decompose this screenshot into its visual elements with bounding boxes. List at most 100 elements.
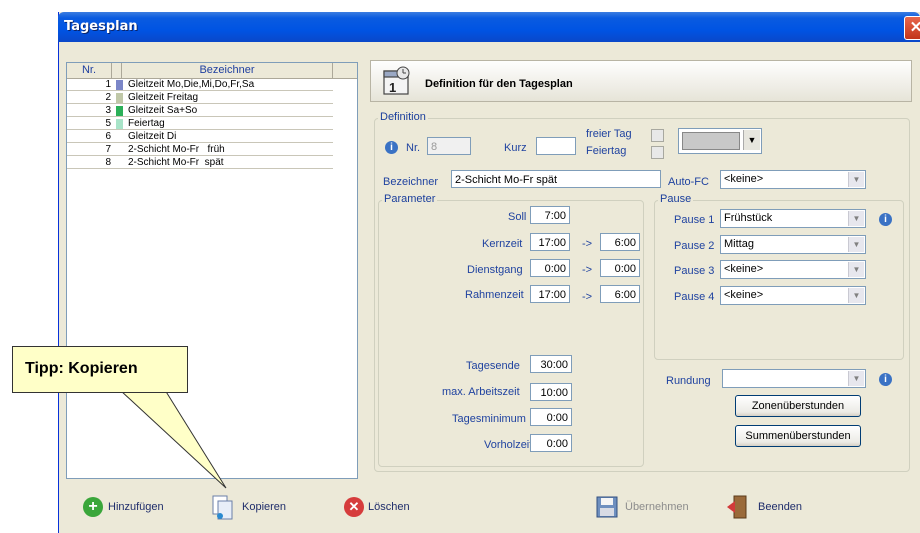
pause-1-select[interactable]: Frühstück ▼ (720, 209, 866, 228)
range-arrow: -> (582, 291, 593, 303)
row-divider (67, 155, 333, 156)
definition-group-label: Definition (378, 111, 428, 123)
pause-4-value: <keine> (724, 289, 764, 301)
exit-icon[interactable] (725, 494, 749, 520)
list-item[interactable]: 1 Gleitzeit Mo,Die,Mi,Do,Fr,Sa (67, 79, 333, 91)
delete-button[interactable]: Löschen (368, 495, 410, 519)
add-button[interactable]: Hinzufügen (108, 495, 164, 519)
kernzeit-label: Kernzeit (482, 238, 523, 250)
pause-3-value: <keine> (724, 263, 764, 275)
parameter-group-label: Parameter (382, 193, 438, 205)
nr-field[interactable]: 8 (427, 137, 471, 155)
kernzeit-to-field[interactable]: 6:00 (600, 233, 640, 251)
row-divider (67, 129, 333, 130)
freier-tag-checkbox[interactable] (651, 129, 664, 142)
kernzeit-from-field[interactable]: 17:00 (530, 233, 570, 251)
zonenueberstunden-button[interactable]: Zonenüberstunden (735, 395, 861, 417)
info-icon[interactable]: i (879, 213, 892, 226)
autofc-select[interactable]: <keine> ▼ (720, 170, 866, 189)
chevron-down-icon[interactable]: ▼ (848, 211, 864, 226)
pause-4-select[interactable]: <keine> ▼ (720, 286, 866, 305)
copy-button[interactable]: Kopieren (242, 495, 286, 519)
column-header-color (112, 63, 122, 79)
tip-callout-text: Tipp: Kopieren (25, 360, 138, 377)
dienstgang-to-field[interactable]: 0:00 (600, 259, 640, 277)
rundung-select[interactable]: ▼ (722, 369, 866, 388)
apply-button[interactable]: Übernehmen (625, 495, 689, 519)
pause-2-value: Mittag (724, 238, 754, 250)
banner-title: Definition für den Tagesplan (425, 78, 573, 90)
pause-2-select[interactable]: Mittag ▼ (720, 235, 866, 254)
list-item[interactable]: 6 Gleitzeit Di (67, 131, 333, 143)
range-arrow: -> (582, 238, 593, 250)
color-picker[interactable]: ▼ (678, 128, 762, 154)
row-divider (67, 168, 333, 169)
max-arbeitszeit-label: max. Arbeitszeit (442, 386, 520, 398)
dienstgang-from-field[interactable]: 0:00 (530, 259, 570, 277)
close-button[interactable]: ✕ (904, 16, 920, 40)
tagesminimum-field[interactable]: 0:00 (530, 408, 572, 426)
chevron-down-icon[interactable]: ▼ (848, 237, 864, 252)
info-icon[interactable]: i (385, 141, 398, 154)
save-icon[interactable] (596, 496, 618, 518)
soll-field[interactable]: 7:00 (530, 206, 570, 224)
kurz-field[interactable] (536, 137, 576, 155)
svg-text:1: 1 (389, 80, 396, 95)
column-header-nr[interactable]: Nr. (67, 63, 112, 79)
dienstgang-label: Dienstgang (467, 264, 523, 276)
tip-callout: Tipp: Kopieren (12, 346, 188, 393)
rahmenzeit-to-field[interactable]: 6:00 (600, 285, 640, 303)
definition-banner: 1 Definition für den Tagesplan (370, 60, 912, 102)
list-item[interactable]: 5 Feiertag (67, 118, 333, 130)
tagesende-field[interactable]: 30:00 (530, 355, 572, 373)
list-item[interactable]: 7 2-Schicht Mo-Fr früh (67, 144, 333, 156)
add-icon[interactable]: + (83, 497, 103, 517)
calendar-icon: 1 (383, 66, 410, 95)
row-divider (67, 90, 333, 91)
chevron-down-icon[interactable]: ▼ (743, 130, 760, 150)
row-divider (67, 116, 333, 117)
row-divider (67, 142, 333, 143)
column-header-filler (333, 63, 357, 79)
window-title: Tagesplan (64, 19, 138, 34)
pause-1-value: Frühstück (724, 212, 773, 224)
freier-tag-label: freier Tag (586, 128, 632, 140)
row-divider (67, 103, 333, 104)
nr-label: Nr. (406, 142, 421, 154)
pause-3-select[interactable]: <keine> ▼ (720, 260, 866, 279)
bezeichner-label: Bezeichner (383, 176, 439, 188)
chevron-down-icon[interactable]: ▼ (848, 262, 864, 277)
chevron-down-icon[interactable]: ▼ (848, 288, 864, 303)
rahmenzeit-label: Rahmenzeit (465, 289, 524, 301)
list-item[interactable]: 8 2-Schicht Mo-Fr spät (67, 157, 333, 169)
info-icon[interactable]: i (879, 373, 892, 386)
copy-icon[interactable] (210, 494, 234, 520)
max-arbeitszeit-field[interactable]: 10:00 (530, 383, 572, 401)
callout-seam (121, 389, 165, 392)
delete-icon[interactable]: ✕ (344, 497, 364, 517)
range-arrow: -> (582, 264, 593, 276)
chevron-down-icon[interactable]: ▼ (848, 172, 864, 187)
pause-2-label: Pause 2 (674, 240, 715, 252)
title-bar[interactable]: Tagesplan ✕ (58, 12, 920, 42)
autofc-value: <keine> (724, 173, 764, 185)
vorholzeit-label: Vorholzeit (484, 439, 533, 451)
tagesminimum-label: Tagesminimum (452, 413, 526, 425)
rundung-label: Rundung (666, 375, 711, 387)
list-item[interactable]: 2 Gleitzeit Freitag (67, 92, 333, 104)
bezeichner-field[interactable]: 2-Schicht Mo-Fr spät (451, 170, 661, 188)
vorholzeit-field[interactable]: 0:00 (530, 434, 572, 452)
exit-button[interactable]: Beenden (758, 495, 802, 519)
feiertag-checkbox[interactable] (651, 146, 664, 159)
pause-4-label: Pause 4 (674, 291, 715, 303)
pause-3-label: Pause 3 (674, 265, 715, 277)
autofc-label: Auto-FC (668, 176, 709, 188)
kurz-label: Kurz (504, 142, 527, 154)
feiertag-label: Feiertag (586, 145, 627, 157)
chevron-down-icon[interactable]: ▼ (848, 371, 864, 386)
list-item[interactable]: 3 Gleitzeit Sa+So (67, 105, 333, 117)
summenueberstunden-button[interactable]: Summenüberstunden (735, 425, 861, 447)
tagesplan-list[interactable]: Nr. Bezeichner 1 Gleitzeit Mo,Die,Mi,Do,F… (66, 62, 358, 479)
column-header-bezeichner[interactable]: Bezeichner (122, 63, 333, 79)
rahmenzeit-from-field[interactable]: 17:00 (530, 285, 570, 303)
